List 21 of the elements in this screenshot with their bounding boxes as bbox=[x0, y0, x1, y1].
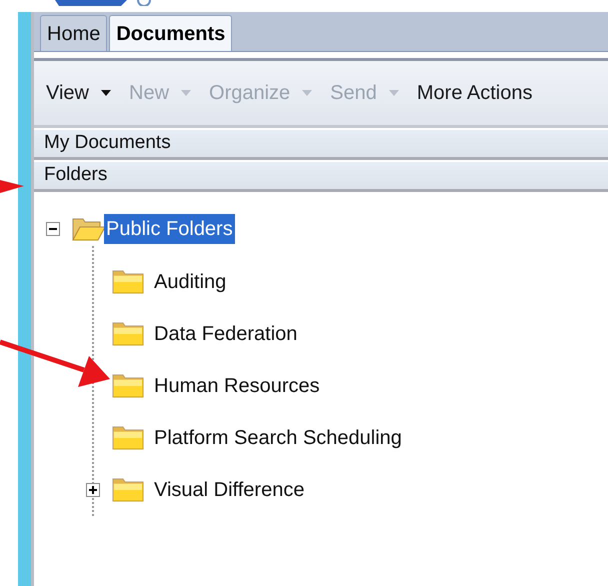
folder-icon bbox=[112, 477, 146, 503]
section-header[interactable]: Folders bbox=[34, 162, 608, 192]
tab[interactable]: Home bbox=[40, 15, 108, 51]
tab[interactable]: Documents bbox=[109, 15, 232, 51]
expand-icon[interactable] bbox=[86, 483, 100, 497]
tree-item[interactable]: Data Federation bbox=[152, 319, 300, 349]
folder-icon bbox=[112, 425, 146, 451]
banner-strip bbox=[55, 0, 127, 6]
folder-icon bbox=[112, 269, 146, 295]
menu-button[interactable]: More Actions bbox=[416, 78, 532, 108]
tree-item[interactable]: Public Folders bbox=[104, 214, 235, 244]
ring-icon bbox=[137, 0, 151, 6]
folder-icon bbox=[112, 321, 146, 347]
tree-item[interactable]: Auditing bbox=[152, 267, 228, 297]
tree-item[interactable]: Visual Difference bbox=[152, 475, 306, 505]
collapse-icon[interactable] bbox=[46, 222, 60, 236]
section-header[interactable]: My Documents bbox=[34, 130, 608, 160]
folder-icon bbox=[112, 373, 146, 399]
tree-item[interactable]: Platform Search Scheduling bbox=[152, 423, 404, 453]
tree-item[interactable]: Human Resources bbox=[152, 371, 322, 401]
menu-button[interactable]: View bbox=[46, 78, 111, 108]
